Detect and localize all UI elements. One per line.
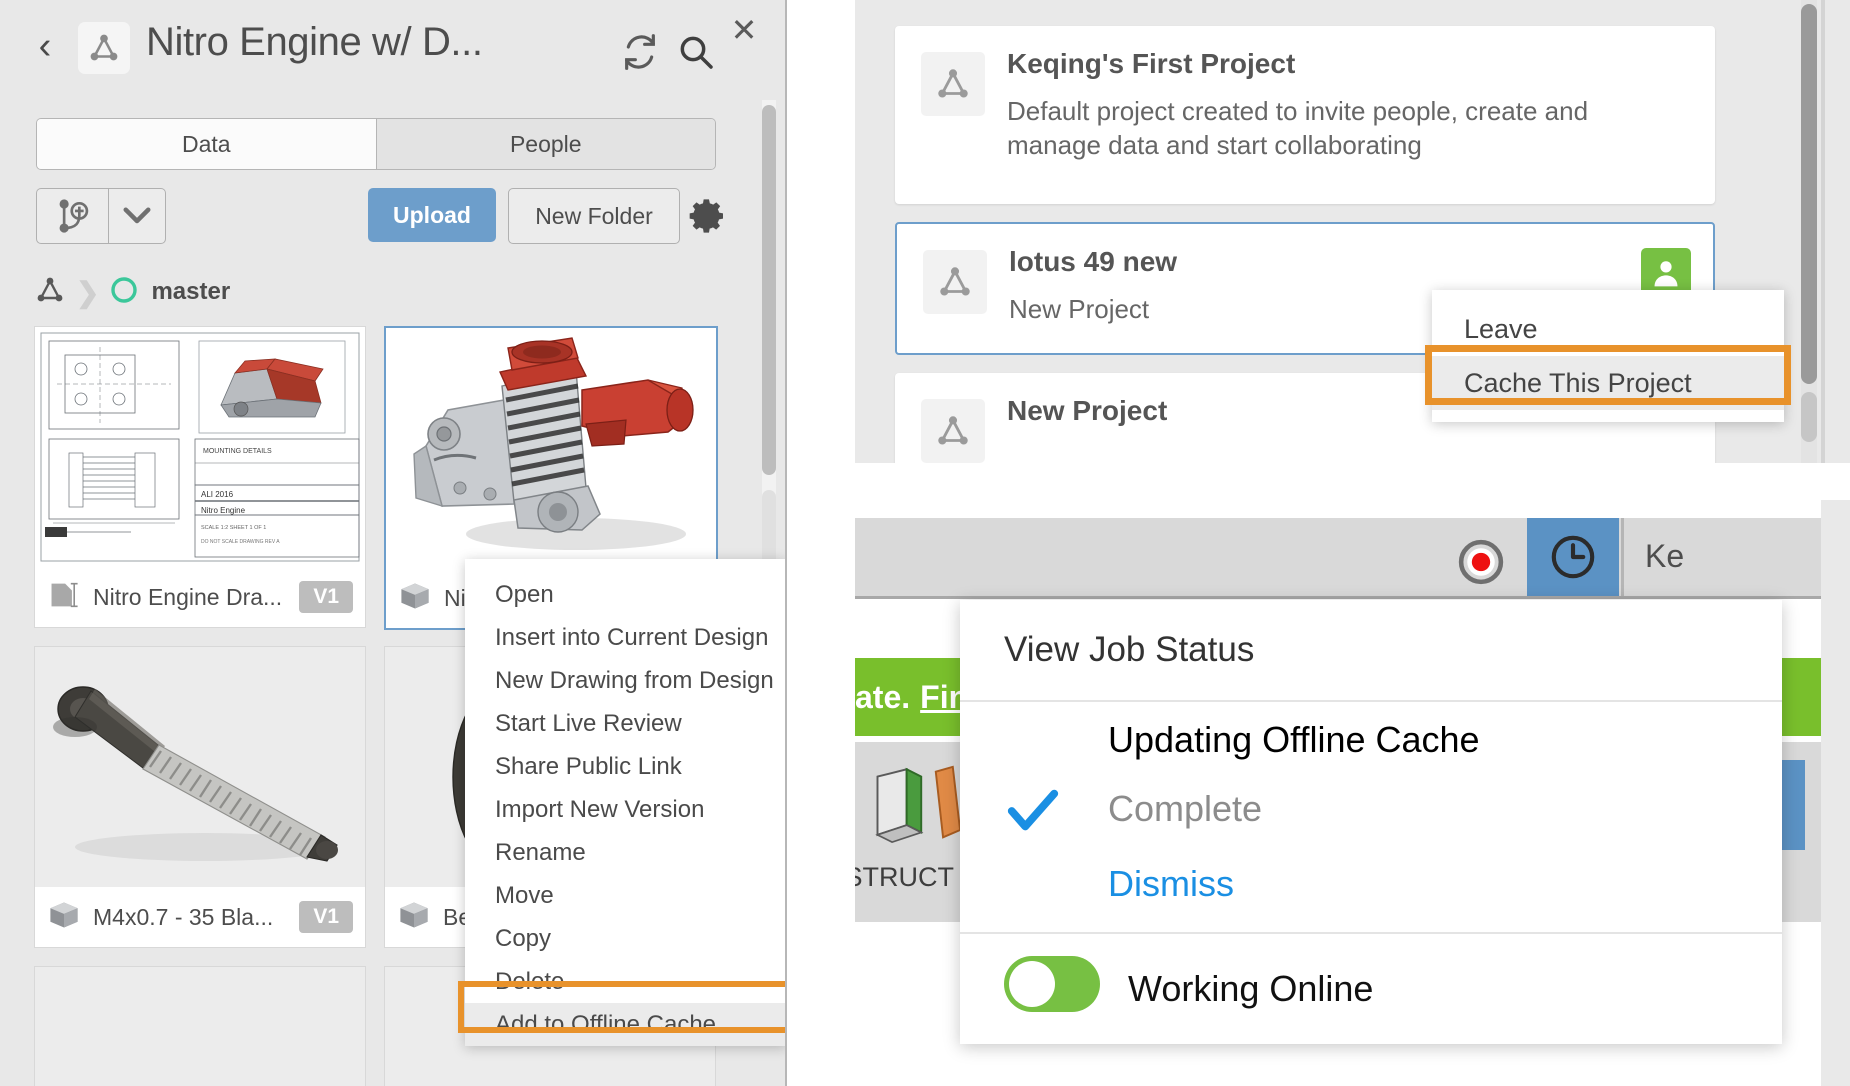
data-panel-toolbar: Upload New Folder	[0, 188, 787, 246]
toggle-knob	[1009, 961, 1055, 1007]
back-button[interactable]: ‹	[28, 24, 62, 68]
branch-name: master	[151, 278, 230, 306]
version-badge: V1	[299, 581, 353, 613]
highlight-box-cache-this-project	[1425, 345, 1791, 405]
drawing-icon	[47, 578, 81, 617]
file-card-partial-left[interactable]	[34, 966, 366, 1086]
project-title: lotus 49 new	[1009, 246, 1177, 278]
file-card-screw[interactable]: M4x0.7 - 35 Bla... V1	[34, 646, 366, 948]
version-badge: V1	[299, 901, 353, 933]
file-label-row: M4x0.7 - 35 Bla... V1	[35, 887, 365, 947]
page-title: Nitro Engine w/ D...	[146, 20, 483, 65]
file-thumbnail	[35, 967, 365, 1086]
highlight-box-add-to-offline-cache	[458, 981, 787, 1033]
fusion-project-icon	[78, 22, 130, 74]
file-name: M4x0.7 - 35 Bla...	[93, 904, 295, 931]
svg-text:ALI 2016: ALI 2016	[201, 490, 234, 499]
file-label-row: Nitro Engine Dra... V1	[35, 567, 365, 627]
working-online-toggle[interactable]	[1004, 956, 1100, 1012]
job-status-clock-button[interactable]	[1527, 518, 1619, 596]
construct-label: NSTRUCT	[855, 862, 954, 893]
job-name: Updating Offline Cache	[960, 702, 1782, 778]
record-dot-icon[interactable]	[1455, 536, 1507, 588]
chevron-down-icon[interactable]	[108, 188, 166, 244]
file-thumbnail	[386, 328, 716, 568]
job-status-dialog: View Job Status Updating Offline Cache C…	[960, 600, 1782, 1044]
new-branch-icon[interactable]	[36, 188, 109, 244]
scrollbar-thumb[interactable]	[1801, 4, 1817, 384]
fusion-project-icon	[921, 399, 985, 463]
data-people-tabs: Data People	[36, 118, 716, 170]
checkmark-icon	[1004, 782, 1062, 840]
component-icon	[47, 898, 81, 937]
dismiss-link[interactable]: Dismiss	[960, 846, 1782, 922]
project-description: Default project created to invite people…	[1007, 94, 1687, 162]
branch-circle-icon	[109, 275, 139, 310]
context-menu-item-move[interactable]: Move	[465, 874, 787, 917]
fusion-app-window: Ke ate. Fin NSTRUCT SE View Job Status U…	[855, 500, 1850, 1086]
job-status-text: Complete	[1108, 788, 1262, 830]
tab-people[interactable]: People	[376, 119, 716, 169]
scrollbar-thumb[interactable]	[762, 105, 776, 475]
file-context-menu: Open Insert into Current Design New Draw…	[465, 559, 787, 1046]
svg-text:SCALE 1:2 SHEET 1 OF 1: SCALE 1:2 SHEET 1 OF 1	[201, 525, 266, 531]
close-icon[interactable]: ✕	[726, 12, 762, 48]
refresh-icon[interactable]	[620, 32, 660, 72]
gear-icon[interactable]	[688, 196, 728, 236]
project-title: New Project	[1007, 395, 1167, 427]
project-card-keqings-first-project[interactable]: Keqing's First Project Default project c…	[895, 26, 1715, 204]
user-name-label[interactable]: Ke	[1645, 538, 1684, 575]
panel-edge	[1821, 500, 1850, 1086]
context-menu-item-share-public-link[interactable]: Share Public Link	[465, 745, 787, 788]
file-card-drawing[interactable]: MOUNTING DETAILS ALI 2016 Nitro Engine S…	[34, 326, 366, 628]
chevron-right-icon: ❯	[76, 276, 99, 309]
svg-text:Nitro Engine: Nitro Engine	[201, 506, 246, 515]
component-icon	[397, 898, 431, 937]
fusion-project-icon	[923, 250, 987, 314]
toolbar-divider	[1621, 518, 1624, 596]
panel-edge	[1821, 0, 1825, 463]
breadcrumb-root-icon[interactable]	[34, 274, 66, 311]
scrollbar-thumb-secondary[interactable]	[1801, 392, 1817, 442]
upload-button[interactable]: Upload	[368, 188, 496, 242]
context-menu-item-import-new-version[interactable]: Import New Version	[465, 788, 787, 831]
file-thumbnail	[35, 647, 365, 887]
breadcrumb: ❯ master	[34, 272, 230, 312]
context-menu-item-rename[interactable]: Rename	[465, 831, 787, 874]
file-name: Nitro Engine Dra...	[93, 584, 295, 611]
construction-planes-icon[interactable]	[865, 762, 975, 847]
file-thumbnail: MOUNTING DETAILS ALI 2016 Nitro Engine S…	[35, 327, 365, 567]
panel-divider	[785, 0, 787, 1086]
data-panel: ‹ Nitro Engine w/ D...	[0, 0, 787, 1086]
job-status-row: Complete	[960, 778, 1782, 846]
context-menu-item-open[interactable]: Open	[465, 573, 787, 616]
component-icon	[398, 579, 432, 618]
context-menu-item-insert-into-current-design[interactable]: Insert into Current Design	[465, 616, 787, 659]
svg-text:MOUNTING DETAILS: MOUNTING DETAILS	[203, 448, 272, 455]
context-menu-item-new-drawing-from-design[interactable]: New Drawing from Design	[465, 659, 787, 702]
search-icon[interactable]	[676, 32, 716, 72]
working-online-row: Working Online	[960, 934, 1782, 1044]
svg-text:DO NOT SCALE DRAWING REV A: DO NOT SCALE DRAWING REV A	[201, 539, 280, 545]
new-folder-button[interactable]: New Folder	[508, 188, 680, 244]
data-panel-header: ‹ Nitro Engine w/ D...	[0, 6, 787, 86]
app-topbar: Ke	[855, 518, 1850, 599]
tab-data[interactable]: Data	[37, 119, 376, 169]
working-online-label: Working Online	[1128, 968, 1373, 1010]
project-title: Keqing's First Project	[1007, 48, 1295, 80]
dialog-title: View Job Status	[960, 600, 1782, 702]
context-menu-item-copy[interactable]: Copy	[465, 917, 787, 960]
banner-text: ate.	[855, 679, 910, 716]
fusion-project-icon	[921, 52, 985, 116]
context-menu-item-start-live-review[interactable]: Start Live Review	[465, 702, 787, 745]
